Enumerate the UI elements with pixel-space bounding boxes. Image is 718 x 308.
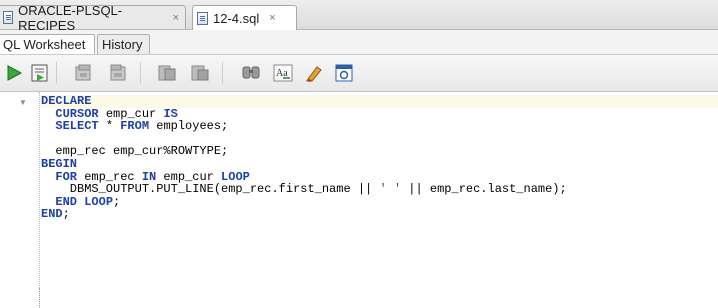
line-gutter: ▼ bbox=[0, 92, 40, 308]
code-token: employees; bbox=[149, 119, 229, 134]
tuning-icon bbox=[242, 66, 260, 79]
to-upper-lower-button[interactable]: Aa bbox=[272, 62, 294, 84]
keyword-token: END bbox=[41, 207, 63, 222]
tab-sql-worksheet[interactable]: QL Worksheet bbox=[0, 34, 95, 54]
sql-file-icon bbox=[197, 11, 208, 25]
code-line: emp_rec emp_cur%ROWTYPE; bbox=[41, 145, 567, 158]
run-statement-button[interactable] bbox=[3, 62, 25, 84]
tab-label: ORACLE-PLSQL-RECIPES bbox=[18, 2, 123, 33]
tab-12-4-sql[interactable]: 12-4.sql × bbox=[192, 5, 297, 30]
tab-oracle-plsql-recipes[interactable]: ORACLE-PLSQL-RECIPES × bbox=[0, 3, 186, 33]
toolbar-separator bbox=[56, 62, 57, 84]
clear-button[interactable] bbox=[303, 62, 325, 84]
play-icon bbox=[7, 65, 23, 81]
keyword-token: FROM bbox=[120, 119, 150, 134]
eraser-icon bbox=[306, 66, 322, 82]
code-editor[interactable]: ▼ DECLARE CURSOR emp_cur IS SELECT * FRO… bbox=[0, 92, 718, 308]
document-tab-bar: ORACLE-PLSQL-RECIPES × 12-4.sql × bbox=[0, 0, 718, 33]
worksheet-subtab-bar: QL Worksheet History bbox=[0, 30, 718, 55]
run-script-button[interactable] bbox=[29, 62, 51, 84]
close-icon[interactable]: × bbox=[173, 12, 179, 24]
code-token: ; bbox=[113, 194, 121, 209]
tab-label: QL Worksheet bbox=[3, 37, 86, 52]
fold-toggle-icon[interactable]: ▼ bbox=[19, 98, 27, 107]
keyword-token: SELECT bbox=[55, 119, 99, 134]
toolbar-separator bbox=[222, 62, 223, 84]
code-token: || emp_rec.last_name); bbox=[401, 182, 567, 197]
toolbar-separator bbox=[140, 62, 141, 84]
worksheet-toolbar: Aa bbox=[0, 55, 718, 92]
string-token: ' ' bbox=[379, 182, 402, 197]
connection-icon bbox=[3, 11, 14, 24]
rollback-icon bbox=[110, 64, 126, 81]
cancel-icon bbox=[191, 65, 209, 81]
tab-history[interactable]: History bbox=[97, 34, 150, 54]
code-token: ; bbox=[62, 207, 70, 222]
commit-icon bbox=[75, 64, 91, 81]
commit-button[interactable] bbox=[73, 62, 95, 84]
sql-tuning-button[interactable] bbox=[240, 62, 262, 84]
autotrace-button[interactable] bbox=[333, 62, 355, 84]
tab-label: History bbox=[102, 37, 143, 52]
gutter-margin bbox=[39, 288, 41, 308]
unshared-icon bbox=[158, 65, 176, 81]
code-text[interactable]: DECLARE CURSOR emp_cur IS SELECT * FROM … bbox=[41, 95, 567, 221]
case-icon: Aa bbox=[273, 64, 293, 82]
code-line: END; bbox=[41, 208, 567, 221]
tab-label: 12-4.sql bbox=[213, 10, 260, 26]
code-token: * bbox=[98, 119, 121, 134]
rollback-button[interactable] bbox=[107, 62, 129, 84]
unshared-sql-button[interactable] bbox=[156, 62, 178, 84]
autotrace-icon bbox=[335, 64, 353, 82]
code-line: END LOOP; bbox=[41, 194, 567, 209]
code-line: SELECT * FROM employees; bbox=[41, 120, 567, 133]
cancel-button[interactable] bbox=[189, 62, 211, 84]
close-icon[interactable]: × bbox=[269, 12, 275, 24]
script-icon bbox=[31, 64, 48, 82]
